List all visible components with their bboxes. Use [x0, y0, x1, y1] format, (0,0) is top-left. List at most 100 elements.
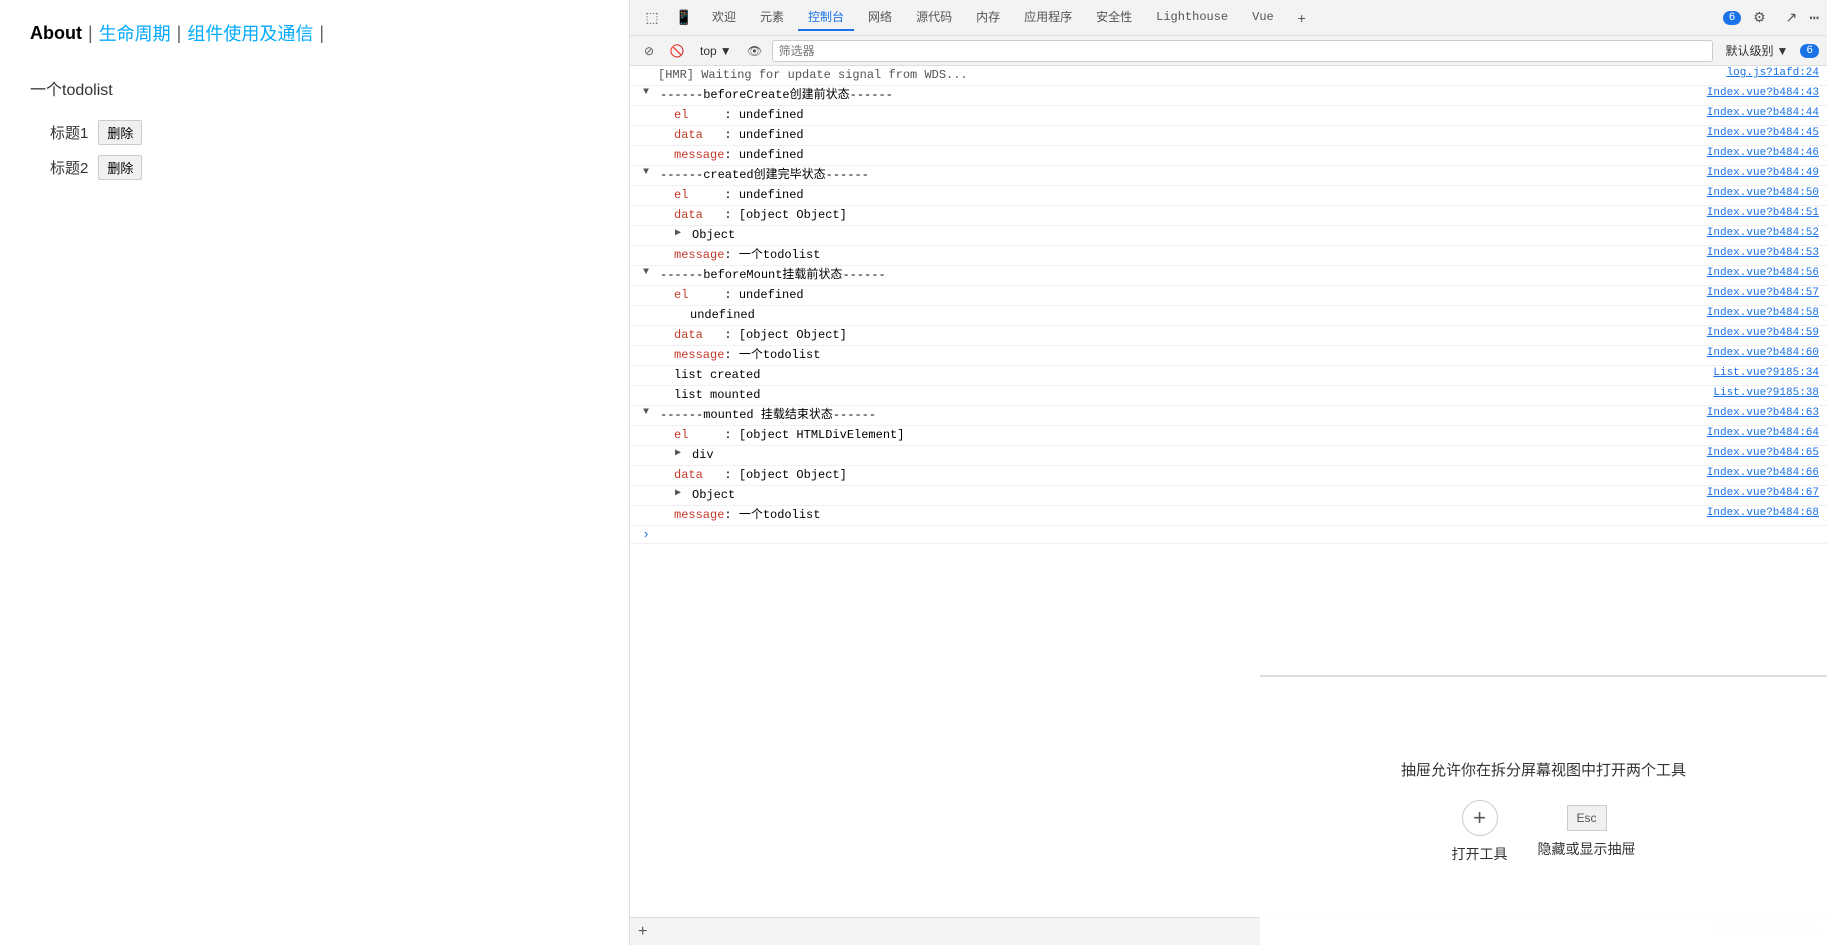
expand-icon[interactable]: ▼: [638, 167, 654, 178]
delete-button-1[interactable]: 删除: [98, 120, 142, 145]
console-source[interactable]: Index.vue?b484:65: [1697, 447, 1827, 459]
console-text: el : [object HTMLDivElement]: [670, 427, 1697, 444]
esc-btn[interactable]: Esc: [1567, 805, 1607, 831]
error-badge: 6: [1723, 11, 1742, 25]
clear-console-btn[interactable]: ⊘: [638, 40, 660, 62]
filter-input[interactable]: [772, 40, 1714, 62]
level-label: 默认级别: [1725, 42, 1773, 59]
hide-label: 隐藏或显示抽屉: [1538, 839, 1636, 859]
expand-icon[interactable]: ▼: [638, 267, 654, 278]
open-tool-label: 打开工具: [1452, 844, 1508, 864]
console-source[interactable]: List.vue?9185:34: [1697, 367, 1827, 379]
console-line: message: 一个todolist Index.vue?b484:68: [630, 506, 1827, 526]
console-text: message: 一个todolist: [670, 247, 1697, 264]
console-line: el : undefined Index.vue?b484:57: [630, 286, 1827, 306]
console-text: ------created创建完毕状态------: [656, 167, 1697, 184]
share-btn[interactable]: ↗: [1777, 4, 1805, 32]
console-source[interactable]: Index.vue?b484:45: [1697, 127, 1827, 139]
console-source[interactable]: Index.vue?b484:51: [1697, 207, 1827, 219]
console-line: ▼ ------beforeCreate创建前状态------ Index.vu…: [630, 86, 1827, 106]
level-badge: 6: [1800, 44, 1819, 58]
console-source[interactable]: Index.vue?b484:58: [1697, 307, 1827, 319]
console-line: el : undefined Index.vue?b484:50: [630, 186, 1827, 206]
console-line: ▶ Object Index.vue?b484:52: [630, 226, 1827, 246]
console-source[interactable]: Index.vue?b484:57: [1697, 287, 1827, 299]
console-text: Object: [688, 487, 1697, 504]
console-source[interactable]: Index.vue?b484:68: [1697, 507, 1827, 519]
console-source[interactable]: Index.vue?b484:52: [1697, 227, 1827, 239]
console-source[interactable]: Index.vue?b484:67: [1697, 487, 1827, 499]
nav-sep1: |: [88, 23, 93, 44]
console-line: ▼ ------created创建完毕状态------ Index.vue?b4…: [630, 166, 1827, 186]
tab-welcome[interactable]: 欢迎: [702, 4, 746, 31]
console-source[interactable]: Index.vue?b484:66: [1697, 467, 1827, 479]
drawer-overlay: 抽屉允许你在拆分屏幕视图中打开两个工具 + 打开工具 Esc 隐藏或显示抽屉: [1260, 675, 1827, 945]
console-line: data : [object Object] Index.vue?b484:59: [630, 326, 1827, 346]
level-arrow-icon: ▼: [1777, 44, 1789, 58]
devtools-second-bar: ⊘ 🚫 top ▼ 👁 默认级别 ▼ 6: [630, 36, 1827, 66]
console-text: ------beforeMount挂载前状态------: [656, 267, 1697, 284]
console-line: message: 一个todolist Index.vue?b484:53: [630, 246, 1827, 266]
delete-button-2[interactable]: 删除: [98, 155, 142, 180]
eye-btn[interactable]: 👁: [744, 40, 766, 62]
dropdown-arrow-icon: ▼: [720, 44, 732, 58]
tab-lighthouse[interactable]: Lighthouse: [1146, 6, 1238, 30]
tab-memory[interactable]: 内存: [966, 4, 1010, 31]
console-source[interactable]: Index.vue?b484:49: [1697, 167, 1827, 179]
console-source[interactable]: Index.vue?b484:43: [1697, 87, 1827, 99]
console-text: data : [object Object]: [670, 327, 1697, 344]
console-source[interactable]: log.js?1afd:24: [1697, 67, 1827, 79]
console-source[interactable]: Index.vue?b484:46: [1697, 147, 1827, 159]
collapsed-icon[interactable]: ▶: [670, 447, 686, 459]
console-line: el : [object HTMLDivElement] Index.vue?b…: [630, 426, 1827, 446]
nav-about[interactable]: About: [30, 23, 82, 44]
console-source[interactable]: List.vue?9185:38: [1697, 387, 1827, 399]
tab-vue[interactable]: Vue: [1242, 6, 1284, 30]
console-line: el : undefined Index.vue?b484:44: [630, 106, 1827, 126]
console-line: list mounted List.vue?9185:38: [630, 386, 1827, 406]
nav-component[interactable]: 组件使用及通信: [187, 20, 313, 46]
add-console-btn[interactable]: +: [638, 923, 647, 941]
gear-btn[interactable]: ⚙: [1745, 4, 1773, 32]
expand-icon[interactable]: ▼: [638, 87, 654, 98]
collapsed-icon[interactable]: ▶: [670, 227, 686, 239]
console-source[interactable]: Index.vue?b484:63: [1697, 407, 1827, 419]
tab-source[interactable]: 源代码: [906, 4, 962, 31]
ban-btn[interactable]: 🚫: [666, 40, 688, 62]
list-item: 标题1 删除: [50, 120, 599, 145]
add-tab-btn[interactable]: +: [1288, 4, 1316, 32]
open-tool-btn[interactable]: +: [1462, 800, 1498, 836]
console-text: message: 一个todolist: [670, 347, 1697, 364]
console-source[interactable]: Index.vue?b484:53: [1697, 247, 1827, 259]
context-dropdown[interactable]: top ▼: [694, 42, 738, 60]
console-source[interactable]: Index.vue?b484:44: [1697, 107, 1827, 119]
tab-elements[interactable]: 元素: [750, 4, 794, 31]
console-source[interactable]: Index.vue?b484:50: [1697, 187, 1827, 199]
console-source[interactable]: Index.vue?b484:60: [1697, 347, 1827, 359]
tab-console[interactable]: 控制台: [798, 4, 854, 31]
console-text: data : [object Object]: [670, 467, 1697, 484]
level-dropdown[interactable]: 默认级别 ▼: [1719, 40, 1794, 61]
more-btn[interactable]: ⋯: [1809, 8, 1819, 28]
console-source[interactable]: Index.vue?b484:59: [1697, 327, 1827, 339]
console-text: el : undefined: [670, 107, 1697, 124]
nav-lifecycle[interactable]: 生命周期: [99, 20, 171, 46]
console-text: data : [object Object]: [670, 207, 1697, 224]
collapsed-icon[interactable]: ▶: [670, 487, 686, 499]
cursor-icon-btn[interactable]: ⬚: [638, 4, 666, 32]
console-line: message: 一个todolist Index.vue?b484:60: [630, 346, 1827, 366]
tab-security[interactable]: 安全性: [1086, 4, 1142, 31]
expand-icon[interactable]: ▼: [638, 407, 654, 418]
console-source[interactable]: Index.vue?b484:64: [1697, 427, 1827, 439]
nav-sep3: |: [319, 23, 324, 44]
console-line: ▶ div Index.vue?b484:65: [630, 446, 1827, 466]
console-line: message: undefined Index.vue?b484:46: [630, 146, 1827, 166]
nav-sep2: |: [177, 23, 182, 44]
console-line: data : undefined Index.vue?b484:45: [630, 126, 1827, 146]
tab-application[interactable]: 应用程序: [1014, 4, 1082, 31]
console-text: el : undefined: [670, 287, 1697, 304]
phone-icon-btn[interactable]: 📱: [670, 4, 698, 32]
console-text: data : undefined: [670, 127, 1697, 144]
console-source[interactable]: Index.vue?b484:56: [1697, 267, 1827, 279]
tab-network[interactable]: 网络: [858, 4, 902, 31]
